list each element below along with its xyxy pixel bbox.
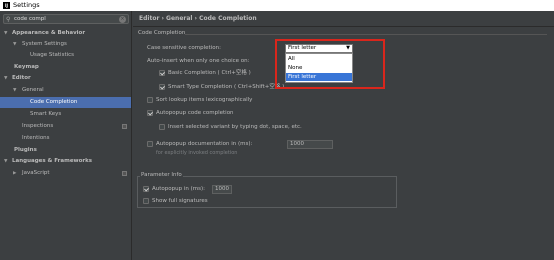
code-completion-group-title: Code Completion <box>138 30 186 36</box>
insert-selected-label: Insert selected variant by typing dot, s… <box>168 124 302 130</box>
expand-arrow-icon[interactable]: ▼ <box>4 28 7 39</box>
expand-arrow-icon[interactable]: ▼ <box>4 156 7 167</box>
tree-item-inspections[interactable]: Inspections <box>0 121 131 132</box>
expand-arrow-icon[interactable]: ▼ <box>13 39 16 50</box>
autopopup-code-checkbox[interactable] <box>147 110 153 116</box>
basic-completion-label: Basic Completion ( Ctrl+空格 ) <box>168 70 251 76</box>
tree-item-label: Inspections <box>22 123 54 129</box>
autopopup-doc-checkbox[interactable] <box>147 141 153 147</box>
title-bar: IJ Settings <box>0 0 554 11</box>
tree-item-intentions[interactable]: Intentions <box>0 133 131 144</box>
tree-item-label: System Settings <box>22 41 67 47</box>
expand-arrow-icon[interactable]: ▼ <box>13 85 16 96</box>
annotation-highlight-box <box>275 39 385 89</box>
tree-item-label: Smart Keys <box>30 111 62 117</box>
auto-insert-label: Auto-insert when only one choice on: <box>147 58 250 64</box>
tree-item-languages-frameworks[interactable]: ▼ Languages & Frameworks <box>0 156 131 167</box>
tree-item-label: Usage Statistics <box>30 52 75 58</box>
tree-item-general[interactable]: ▼ General <box>0 85 131 96</box>
tree-item-javascript[interactable]: ▶ JavaScript <box>0 168 131 179</box>
search-icon: ⚲ <box>6 16 11 23</box>
tree-item-label: Keymap <box>14 64 39 70</box>
autopopup-doc-hint: for explicitly invoked completion <box>156 150 238 156</box>
expand-arrow-icon[interactable]: ▼ <box>4 73 7 84</box>
tree-item-system-settings[interactable]: ▼ System Settings <box>0 39 131 50</box>
sort-lookup-checkbox[interactable] <box>147 97 153 103</box>
parameter-autopopup-checkbox[interactable] <box>143 186 149 192</box>
settings-search-input[interactable]: ⚲ code compl × <box>3 14 129 24</box>
settings-sidebar: ⚲ code compl × ▼ Appearance & Behavior ▼… <box>0 11 132 260</box>
tree-item-editor[interactable]: ▼ Editor <box>0 73 131 84</box>
tree-item-label: Appearance & Behavior <box>12 30 86 36</box>
tree-item-smart-keys[interactable]: Smart Keys <box>0 109 131 120</box>
show-full-signatures-label: Show full signatures <box>152 198 208 204</box>
search-value: code compl <box>14 16 46 22</box>
parameter-autopopup-label: Autopopup in (ms): <box>152 186 205 192</box>
insert-selected-checkbox[interactable] <box>159 124 165 130</box>
tree-item-code-completion[interactable]: Code Completion <box>0 97 131 108</box>
project-scope-icon <box>122 171 127 176</box>
project-scope-icon <box>122 124 127 129</box>
smart-type-completion-label: Smart Type Completion ( Ctrl+Shift+空格 ) <box>168 84 285 90</box>
divider <box>133 26 554 27</box>
tree-item-label: Editor <box>12 75 31 81</box>
autopopup-doc-delay-input[interactable]: 1000 <box>287 140 333 149</box>
intellij-app-icon: IJ <box>3 2 10 9</box>
tree-item-label: Plugins <box>14 147 37 153</box>
parameter-autopopup-delay-input[interactable]: 1000 <box>212 185 232 194</box>
parameter-info-group-title: Parameter Info <box>140 172 183 178</box>
autopopup-doc-label: Autopopup documentation in (ms): <box>156 141 253 147</box>
tree-item-label: Intentions <box>22 135 50 141</box>
settings-content: Editor › General › Code Completion Code … <box>133 11 554 260</box>
collapse-arrow-icon[interactable]: ▶ <box>13 168 16 179</box>
sort-lookup-label: Sort lookup items lexicographically <box>156 97 253 103</box>
breadcrumb: Editor › General › Code Completion <box>139 15 257 22</box>
group-divider <box>185 34 547 35</box>
case-sensitive-label: Case sensitive completion: <box>147 45 221 51</box>
basic-completion-checkbox[interactable] <box>159 70 165 76</box>
window-title: Settings <box>13 1 40 9</box>
tree-item-label: Code Completion <box>30 99 78 105</box>
autopopup-code-label: Autopopup code completion <box>156 110 234 116</box>
tree-item-keymap[interactable]: Keymap <box>0 62 131 73</box>
tree-item-label: General <box>22 87 44 93</box>
tree-item-label: JavaScript <box>22 170 50 176</box>
smart-type-completion-checkbox[interactable] <box>159 84 165 90</box>
show-full-signatures-checkbox[interactable] <box>143 198 149 204</box>
tree-item-usage-statistics[interactable]: Usage Statistics <box>0 50 131 61</box>
tree-item-label: Languages & Frameworks <box>12 158 93 164</box>
tree-item-appearance-behavior[interactable]: ▼ Appearance & Behavior <box>0 28 131 39</box>
tree-item-plugins[interactable]: Plugins <box>0 145 131 156</box>
clear-icon[interactable]: × <box>119 16 126 23</box>
